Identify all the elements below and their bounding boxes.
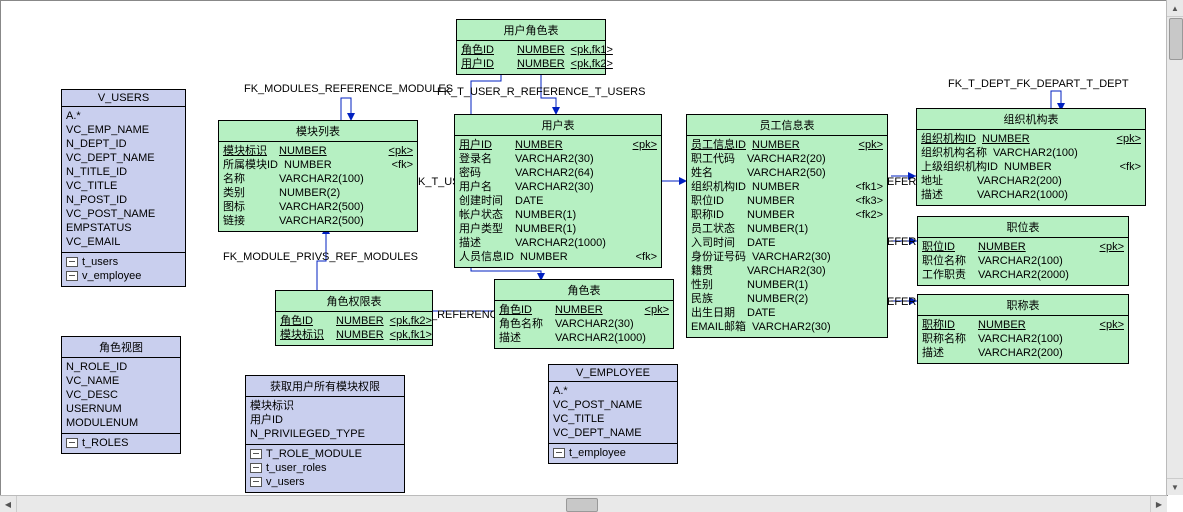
table-ref-icon [66,438,78,448]
entity-v-users[interactable]: V_USERS A.* VC_EMP_NAME N_DEPT_ID VC_DEP… [61,89,186,287]
entity-columns: N_ROLE_ID VC_NAME VC_DESC USERNUM MODULE… [62,358,180,433]
vertical-scrollbar[interactable]: ▲ ▼ [1166,0,1183,495]
entity-employee[interactable]: 员工信息表 员工信息IDNUMBER<pk> 职工代码VARCHAR2(20) … [686,114,888,338]
fk-label: FK_MODULE_PRIVS_REF_MODULES [223,251,418,263]
entity-roles[interactable]: 角色表 角色IDNUMBER<pk> 角色名称VARCHAR2(30) 描述VA… [494,279,674,349]
entity-proc-privs[interactable]: 获取用户所有模块权限 模块标识 用户ID N_PRIVILEGED_TYPE T… [245,375,405,493]
entity-title: V_USERS [62,90,185,107]
entity-columns: 职称IDNUMBER<pk> 职称名称VARCHAR2(100) 描述VARCH… [918,316,1128,363]
horizontal-scrollbar[interactable]: ◀ ▶ [0,495,1167,512]
entity-columns: 角色IDNUMBER<pk,fk1> 用户IDNUMBER<pk,fk2> [457,41,605,74]
scroll-left-icon[interactable]: ◀ [0,496,17,512]
fk-label: EFER [887,296,916,308]
entity-title: 模块列表 [219,121,417,142]
entity-columns: 组织机构IDNUMBER<pk> 组织机构名称VARCHAR2(100) 上级组… [917,130,1145,205]
table-ref-icon [66,257,78,267]
table-ref-icon [66,271,78,281]
entity-title: 组织机构表 [917,109,1145,130]
entity-title: 获取用户所有模块权限 [246,376,404,397]
fk-label: FK_T_USER_R_REFERENCE_T_USERS [437,86,645,98]
entity-user-role[interactable]: 用户角色表 角色IDNUMBER<pk,fk1> 用户IDNUMBER<pk,f… [456,19,606,75]
fk-label: FK_MODULES_REFERENCE_MODULES [244,83,453,95]
entity-columns: 用户IDNUMBER<pk> 登录名VARCHAR2(30) 密码VARCHAR… [455,136,661,267]
entity-modules[interactable]: 模块列表 模块标识NUMBER<pk> 所属模块IDNUMBER<fk> 名称V… [218,120,418,232]
horizontal-scroll-thumb[interactable] [566,498,598,512]
entity-columns: 员工信息IDNUMBER<pk> 职工代码VARCHAR2(20) 姓名VARC… [687,136,887,337]
table-ref-icon [250,463,262,473]
entity-title: 职位表 [918,217,1128,238]
scroll-right-icon[interactable]: ▶ [1150,496,1167,512]
scroll-down-icon[interactable]: ▼ [1167,478,1183,495]
entity-columns: 模块标识NUMBER<pk> 所属模块IDNUMBER<fk> 名称VARCHA… [219,142,417,231]
table-ref-icon [553,448,565,458]
entity-columns: A.* VC_EMP_NAME N_DEPT_ID VC_DEPT_NAME N… [62,107,185,252]
entity-columns: A.* VC_POST_NAME VC_TITLE VC_DEPT_NAME [549,382,677,443]
entity-columns: 角色IDNUMBER<pk,fk2> 模块标识NUMBER<pk,fk1> [276,312,432,345]
entity-title: 职称表 [918,295,1128,316]
entity-dept[interactable]: 组织机构表 组织机构IDNUMBER<pk> 组织机构名称VARCHAR2(10… [916,108,1146,206]
entity-title: 员工信息表 [687,115,887,136]
entity-post[interactable]: 职位表 职位IDNUMBER<pk> 职位名称VARCHAR2(100) 工作职… [917,216,1129,286]
diagram-canvas[interactable]: FK_MODULES_REFERENCE_MODULES FK_T_USER_R… [0,0,1168,496]
entity-role-privs[interactable]: 角色权限表 角色IDNUMBER<pk,fk2> 模块标识NUMBER<pk,f… [275,290,433,346]
entity-title: 角色权限表 [276,291,432,312]
entity-title: 角色表 [495,280,673,301]
fk-label: EFER [887,236,916,248]
entity-title: 用户表 [455,115,661,136]
table-ref-icon [250,449,262,459]
vertical-scroll-thumb[interactable] [1169,18,1183,60]
entity-users[interactable]: 用户表 用户IDNUMBER<pk> 登录名VARCHAR2(30) 密码VAR… [454,114,662,268]
entity-title: 角色视图 [62,337,180,358]
entity-title: V_EMPLOYEE [549,365,677,382]
fk-label: FK_T_DEPT_FK_DEPART_T_DEPT [948,78,1129,90]
entity-columns: 角色IDNUMBER<pk> 角色名称VARCHAR2(30) 描述VARCHA… [495,301,673,348]
entity-title-table[interactable]: 职称表 职称IDNUMBER<pk> 职称名称VARCHAR2(100) 描述V… [917,294,1129,364]
entity-title: 用户角色表 [457,20,605,41]
fk-label: EFER [887,176,916,188]
entity-columns: 模块标识 用户ID N_PRIVILEGED_TYPE [246,397,404,444]
scroll-up-icon[interactable]: ▲ [1167,0,1183,17]
entity-columns: 职位IDNUMBER<pk> 职位名称VARCHAR2(100) 工作职责VAR… [918,238,1128,285]
entity-v-employee[interactable]: V_EMPLOYEE A.* VC_POST_NAME VC_TITLE VC_… [548,364,678,464]
entity-role-view[interactable]: 角色视图 N_ROLE_ID VC_NAME VC_DESC USERNUM M… [61,336,181,454]
table-ref-icon [250,477,262,487]
